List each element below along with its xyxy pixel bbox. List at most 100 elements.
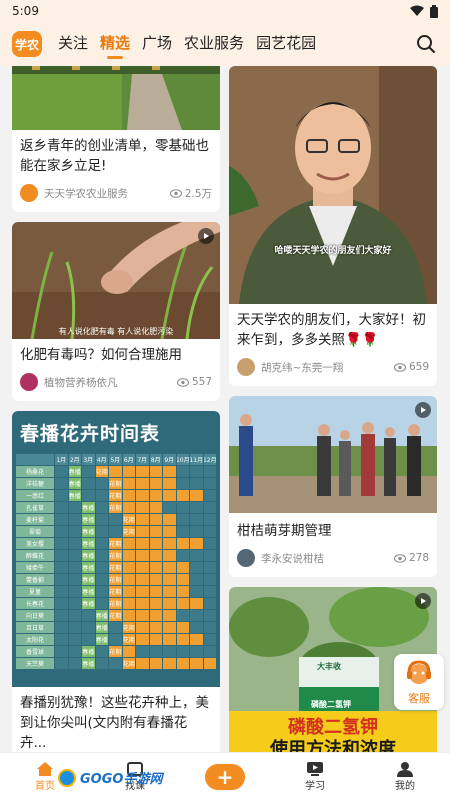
feed-card-spring-flowers[interactable]: 春播花卉时间表 1月 2月 3月 4月 5月 6月 7月 8月 9月 10月 11月 12月 杨桑花 春播… [12, 411, 220, 752]
table-row-name: 藿香蓟 [16, 574, 54, 585]
author-name[interactable]: 李永安说柑桔 [261, 551, 394, 566]
table-bloom-cell: 花期 [109, 574, 122, 585]
table-sow-cell: 春播 [95, 634, 108, 645]
table-bloom-cell [149, 658, 162, 669]
table-bloom-cell [136, 634, 149, 645]
table-empty-cell [55, 514, 68, 525]
table-sow-cell: 春播 [68, 466, 81, 477]
bag-product-name: 磷酸二氢钾 [311, 700, 351, 709]
wifi-icon [410, 5, 424, 16]
table-bloom-cell [163, 514, 176, 525]
table-bloom-cell [149, 466, 162, 477]
play-icon[interactable] [198, 228, 214, 244]
view-count: 278 [393, 552, 429, 564]
table-empty-cell [190, 562, 203, 573]
table-empty-cell [203, 502, 216, 513]
table-empty-cell [176, 466, 189, 477]
nav-publish[interactable]: + [180, 763, 270, 790]
table-bloom-cell [122, 466, 135, 477]
card-title: 天天学农的朋友们，大家好！初来乍到，多多关照🌹🌹 [237, 312, 426, 348]
card-image-field-path [12, 66, 220, 130]
nav-mine[interactable]: 我的 [360, 761, 450, 792]
feed-card-startup[interactable]: 返乡青年的创业清单，零基础也能在家乡立足! 天天学农农业服务 2.5万 [12, 66, 220, 212]
table-sow-cell: 春播 [82, 658, 95, 669]
content-feed[interactable]: 返乡青年的创业清单，零基础也能在家乡立足! 天天学农农业服务 2.5万 有人说化… [0, 66, 450, 752]
author-name[interactable]: 植物营养杨依凡 [44, 375, 177, 390]
table-bloom-cell [136, 502, 149, 513]
author-name[interactable]: 天天学农农业服务 [44, 186, 170, 201]
publish-button[interactable]: + [205, 763, 245, 790]
table-empty-cell [68, 550, 81, 561]
tab-garden[interactable]: 园艺花园 [256, 32, 316, 57]
table-empty-cell [68, 622, 81, 633]
table-empty-cell [55, 526, 68, 537]
table-bloom-cell [163, 622, 176, 633]
table-empty-cell [95, 646, 108, 657]
table-bloom-cell [136, 550, 149, 561]
table-bloom-cell [136, 538, 149, 549]
table-empty-cell [68, 514, 81, 525]
table-empty-cell [109, 622, 122, 633]
table-empty-cell [82, 466, 95, 477]
table-empty-cell [109, 526, 122, 537]
search-button[interactable] [414, 32, 438, 56]
play-icon[interactable] [415, 593, 431, 609]
table-empty-cell [95, 658, 108, 669]
table-sow-cell: 春播 [82, 538, 95, 549]
table-empty-cell [68, 610, 81, 621]
author-name[interactable]: 胡克纬~东莞一翔 [261, 360, 394, 375]
table-row-name: 一串红 [16, 490, 54, 501]
table-empty-cell [95, 598, 108, 609]
table-bloom-cell: 花期 [109, 586, 122, 597]
tab-featured[interactable]: 精选 [100, 32, 130, 57]
card-title: 返乡青年的创业清单，零基础也能在家乡立足! [20, 138, 209, 174]
table-empty-cell [203, 466, 216, 477]
status-time: 5:09 [12, 4, 39, 18]
table-empty-cell [68, 586, 81, 597]
table-empty-cell [203, 646, 216, 657]
table-empty-cell [203, 550, 216, 561]
service-label: 客服 [408, 692, 430, 705]
table-empty-cell [68, 598, 81, 609]
view-count-value: 659 [408, 361, 429, 373]
table-bloom-cell [122, 610, 135, 621]
table-bloom-cell [149, 526, 162, 537]
play-icon[interactable] [415, 402, 431, 418]
feed-card-fertilizer[interactable]: 有人说化肥有毒 有人说化肥污染 化肥有毒吗？如何合理施用 植物营养杨依凡 557 [12, 222, 220, 401]
feed-card-citrus[interactable]: 柑桔萌芽期管理 李永安说柑桔 278 [229, 396, 437, 577]
table-empty-cell [190, 622, 203, 633]
view-count: 557 [176, 376, 212, 388]
table-empty-cell [190, 526, 203, 537]
table-row-name: 向日葵 [16, 610, 54, 621]
table-empty-cell [190, 466, 203, 477]
nav-study[interactable]: 学习 [270, 761, 360, 792]
flower-schedule-table: 春播花卉时间表 1月 2月 3月 4月 5月 6月 7月 8月 9月 10月 11月 12月 杨桑花 春播… [12, 411, 220, 687]
eye-icon [176, 377, 189, 387]
table-month-header: 4月 [95, 454, 108, 465]
table-empty-cell [95, 502, 108, 513]
table-bloom-cell [190, 538, 203, 549]
search-icon [417, 35, 435, 53]
table-bloom-cell [176, 490, 189, 501]
author-avatar [20, 184, 38, 202]
watermark-logo-icon [58, 768, 76, 787]
table-month-header: 5月 [109, 454, 122, 465]
table-empty-cell [190, 610, 203, 621]
table-empty-cell [55, 586, 68, 597]
table-bloom-cell [176, 622, 189, 633]
table-bloom-cell [149, 574, 162, 585]
table-empty-cell [190, 478, 203, 489]
table-month-header: 1月 [55, 454, 68, 465]
tab-follow[interactable]: 关注 [58, 32, 88, 57]
table-empty-cell [203, 478, 216, 489]
table-bloom-cell [163, 526, 176, 537]
card-image-soil: 有人说化肥有毒 有人说化肥污染 [12, 222, 220, 339]
tab-square[interactable]: 广场 [142, 32, 172, 57]
customer-service-button[interactable]: 客服 [394, 654, 444, 710]
table-empty-cell [55, 478, 68, 489]
table-sow-cell: 春播 [82, 574, 95, 585]
tab-agri-service[interactable]: 农业服务 [184, 32, 244, 57]
table-empty-cell [176, 610, 189, 621]
feed-card-greeting[interactable]: 哈喽天天学农的朋友们大家好 天天学农的朋友们，大家好！初来乍到，多多关照🌹🌹 胡… [229, 66, 437, 386]
table-empty-cell [203, 490, 216, 501]
